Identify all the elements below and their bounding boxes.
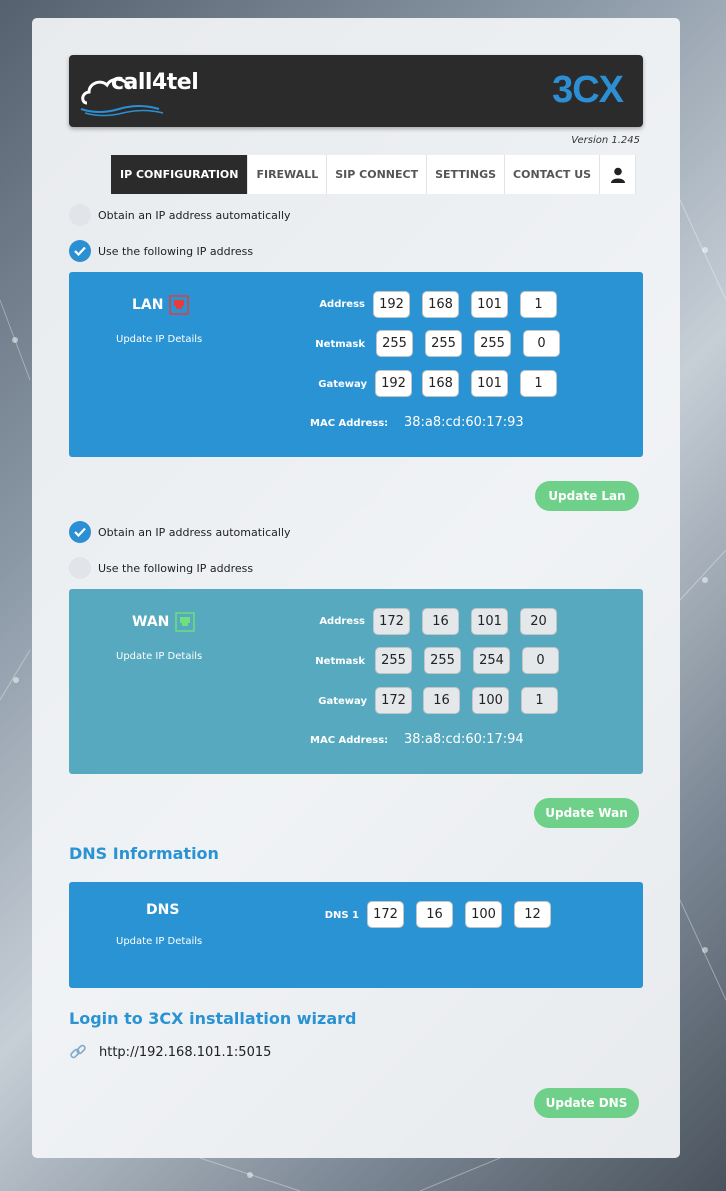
wan-address-octet-4[interactable]: 20 <box>520 608 557 635</box>
wan-auto-ip-option[interactable]: Obtain an IP address automatically <box>69 520 291 544</box>
tab-sip-connect[interactable]: SIP CONNECT <box>327 155 428 194</box>
lan-mac-label: MAC Address: <box>310 418 389 429</box>
wan-title: WAN <box>132 612 196 632</box>
lan-netmask-octet-2[interactable]: 255 <box>425 330 462 357</box>
lan-address-octet-2[interactable]: 168 <box>422 291 459 318</box>
wan-address-octet-1[interactable]: 172 <box>373 608 410 635</box>
wan-manual-ip-option[interactable]: Use the following IP address <box>69 556 253 580</box>
wan-manual-label: Use the following IP address <box>98 561 254 575</box>
wizard-heading: Login to 3CX installation wizard <box>69 1009 357 1028</box>
wan-config-box: WAN Update IP Details Address 172 16 101… <box>69 589 643 774</box>
wan-gateway-label: Gateway <box>318 696 367 707</box>
ethernet-port-icon <box>175 612 196 632</box>
wan-address-octet-2[interactable]: 16 <box>422 608 459 635</box>
wan-netmask-label: Netmask <box>315 656 365 667</box>
dns-heading: DNS Information <box>69 844 219 863</box>
wan-netmask-octet-4[interactable]: 0 <box>522 647 559 674</box>
lan-title-text: LAN <box>132 297 164 313</box>
brand-header: call4tel 3CX <box>69 55 643 127</box>
lan-mac-value: 38:a8:cd:60:17:93 <box>404 415 524 430</box>
update-lan-button[interactable]: Update Lan <box>535 481 639 511</box>
lan-netmask-octet-3[interactable]: 255 <box>474 330 511 357</box>
update-wan-button[interactable]: Update Wan <box>534 798 639 828</box>
lan-auto-radio[interactable] <box>69 204 91 226</box>
lan-address-octet-1[interactable]: 192 <box>373 291 410 318</box>
tab-contact-us[interactable]: CONTACT US <box>505 155 601 194</box>
lan-manual-radio[interactable] <box>69 240 91 262</box>
dns1-octet-4[interactable]: 12 <box>514 901 551 928</box>
wan-mac-label: MAC Address: <box>310 735 389 746</box>
lan-netmask-octet-4[interactable]: 0 <box>523 330 560 357</box>
update-dns-button[interactable]: Update DNS <box>534 1088 639 1118</box>
wan-update-ip-link[interactable]: Update IP Details <box>116 651 202 662</box>
lan-title: LAN <box>132 295 190 315</box>
user-account-button[interactable] <box>600 155 637 194</box>
version-label: Version 1.245 <box>571 135 640 146</box>
lan-manual-label: Use the following IP address <box>98 244 254 258</box>
3cx-logo: 3CX <box>552 69 624 111</box>
wizard-url-row[interactable]: http://192.168.101.1:5015 <box>69 1043 271 1061</box>
wan-title-text: WAN <box>132 614 170 630</box>
wan-gateway-octet-3[interactable]: 100 <box>472 687 509 714</box>
wan-auto-label: Obtain an IP address automatically <box>98 525 291 539</box>
wan-netmask-octet-3[interactable]: 254 <box>473 647 510 674</box>
wan-mac-value: 38:a8:cd:60:17:94 <box>404 732 524 747</box>
wan-netmask-octet-2[interactable]: 255 <box>424 647 461 674</box>
lan-gateway-label: Gateway <box>318 379 367 390</box>
lan-update-ip-link[interactable]: Update IP Details <box>116 334 202 345</box>
main-panel: call4tel 3CX Version 1.245 IP CONFIGURAT… <box>32 18 680 1158</box>
tab-settings[interactable]: SETTINGS <box>427 155 506 194</box>
lan-auto-ip-option[interactable]: Obtain an IP address automatically <box>69 203 291 227</box>
tab-ip-configuration[interactable]: IP CONFIGURATION <box>111 155 249 194</box>
nav-tabs: IP CONFIGURATION FIREWALL SIP CONNECT SE… <box>111 155 637 194</box>
dns-title-text: DNS <box>146 902 180 918</box>
lan-address-label: Address <box>319 299 365 310</box>
dns-update-ip-link[interactable]: Update IP Details <box>116 936 202 947</box>
lan-gateway-octet-3[interactable]: 101 <box>471 370 508 397</box>
dns1-octet-3[interactable]: 100 <box>465 901 502 928</box>
lan-gateway-octet-2[interactable]: 168 <box>422 370 459 397</box>
call4tel-logo-text: call4tel <box>111 70 199 95</box>
lan-config-box: LAN Update IP Details Address 192 168 10… <box>69 272 643 457</box>
wan-gateway-octet-4[interactable]: 1 <box>521 687 558 714</box>
dns1-octet-2[interactable]: 16 <box>416 901 453 928</box>
lan-gateway-octet-1[interactable]: 192 <box>375 370 412 397</box>
wan-address-label: Address <box>319 616 365 627</box>
lan-manual-ip-option[interactable]: Use the following IP address <box>69 239 253 263</box>
checkmark-icon <box>74 527 86 537</box>
dns1-label: DNS 1 <box>324 910 359 921</box>
lan-gateway-octet-4[interactable]: 1 <box>520 370 557 397</box>
ethernet-port-icon <box>169 295 190 315</box>
user-icon <box>610 167 625 183</box>
wizard-url[interactable]: http://192.168.101.1:5015 <box>99 1045 271 1060</box>
wan-auto-radio[interactable] <box>69 521 91 543</box>
lan-address-octet-4[interactable]: 1 <box>520 291 557 318</box>
dns1-octet-1[interactable]: 172 <box>367 901 404 928</box>
dns-config-box: DNS Update IP Details DNS 1 172 16 100 1… <box>69 882 643 988</box>
wan-address-octet-3[interactable]: 101 <box>471 608 508 635</box>
lan-netmask-label: Netmask <box>315 339 365 350</box>
lan-address-octet-3[interactable]: 101 <box>471 291 508 318</box>
checkmark-icon <box>74 246 86 256</box>
lan-netmask-octet-1[interactable]: 255 <box>376 330 413 357</box>
wan-gateway-octet-1[interactable]: 172 <box>375 687 412 714</box>
dns-title: DNS <box>146 902 179 918</box>
tab-firewall[interactable]: FIREWALL <box>248 155 328 194</box>
lan-auto-label: Obtain an IP address automatically <box>98 208 291 222</box>
wan-netmask-octet-1[interactable]: 255 <box>375 647 412 674</box>
wan-gateway-octet-2[interactable]: 16 <box>423 687 460 714</box>
wan-manual-radio[interactable] <box>69 557 91 579</box>
link-icon <box>70 1044 86 1059</box>
